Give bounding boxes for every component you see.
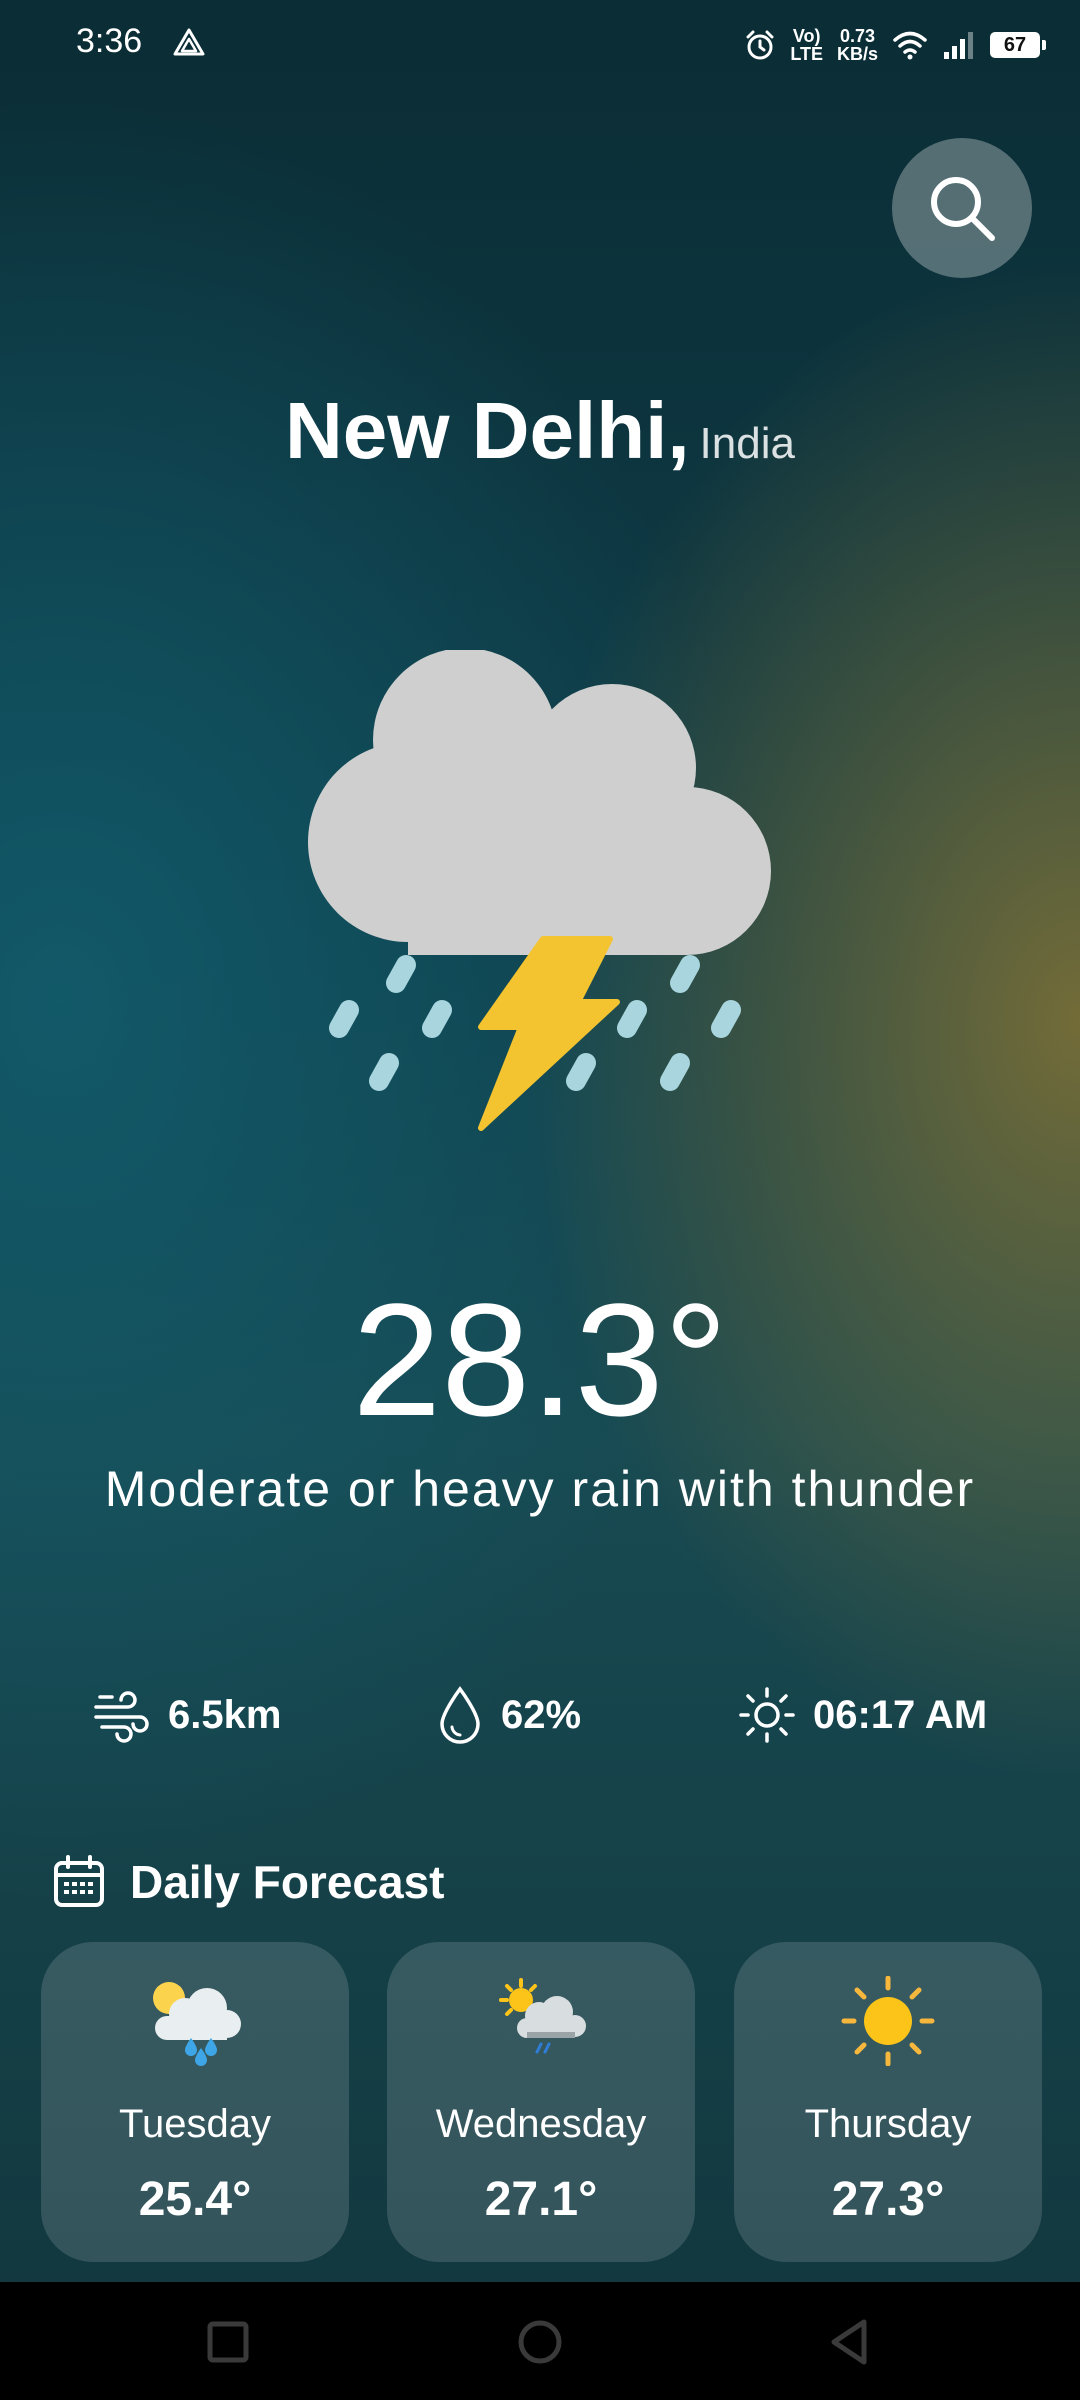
system-nav-bar bbox=[0, 2282, 1080, 2400]
network-speed: 0.73 KB/s bbox=[836, 26, 878, 64]
wifi-icon bbox=[893, 31, 927, 60]
app-notification-icon bbox=[173, 28, 205, 56]
daily-forecast-title: Daily Forecast bbox=[130, 1856, 445, 1908]
wind-value: 6.5km bbox=[168, 1692, 282, 1737]
sun-icon bbox=[841, 1976, 935, 2066]
sun-cloud-drizzle-icon bbox=[499, 1978, 586, 2054]
status-time: 3:36 bbox=[76, 22, 143, 60]
humidity-value: 62% bbox=[501, 1692, 582, 1737]
sunrise-value: 06:17 AM bbox=[813, 1692, 988, 1737]
battery-indicator: 67 bbox=[990, 32, 1046, 58]
thunderstorm-rain-icon bbox=[308, 650, 771, 1131]
wind-icon bbox=[94, 1691, 149, 1743]
sun-cloud-rain-icon bbox=[153, 1982, 241, 2066]
volte-indicator: Vo) LTE bbox=[790, 26, 823, 64]
wind-stat: 6.5km bbox=[92, 1680, 281, 1750]
forecast-temp: 25.4° bbox=[138, 2173, 252, 2226]
droplet-icon bbox=[440, 1686, 480, 1744]
status-bar: 3:36 Vo) LTE 0.73 KB/s 67 bbox=[0, 0, 1080, 90]
home-circle-icon[interactable] bbox=[508, 2310, 572, 2374]
forecast-card-wednesday[interactable]: Wednesday 27.1° bbox=[387, 1942, 695, 2262]
sun-icon bbox=[739, 1687, 795, 1743]
search-button[interactable] bbox=[892, 138, 1032, 278]
location-title: New Delhi, India bbox=[0, 385, 1080, 477]
forecast-card-tuesday[interactable]: Tuesday 25.4° bbox=[41, 1942, 349, 2262]
daily-forecast-header: Daily Forecast bbox=[52, 1852, 444, 1912]
humidity-stat: 62% bbox=[435, 1680, 581, 1750]
forecast-temp: 27.3° bbox=[831, 2173, 945, 2226]
current-temperature: 28.3° bbox=[352, 1270, 728, 1449]
forecast-day: Thursday bbox=[804, 2102, 972, 2146]
sunrise-stat: 06:17 AM bbox=[737, 1680, 987, 1750]
back-triangle-icon[interactable] bbox=[818, 2310, 882, 2374]
weather-condition: Moderate or heavy rain with thunder bbox=[104, 1461, 976, 1517]
city-name: New Delhi, bbox=[285, 386, 690, 475]
search-icon bbox=[931, 177, 995, 241]
recents-square-icon[interactable] bbox=[196, 2310, 260, 2374]
forecast-card-thursday[interactable]: Thursday 27.3° bbox=[734, 1942, 1042, 2262]
forecast-day: Tuesday bbox=[119, 2102, 271, 2146]
status-right-icons: Vo) LTE 0.73 KB/s 67 bbox=[744, 22, 1046, 68]
country-name: India bbox=[699, 419, 795, 468]
calendar-icon bbox=[54, 1855, 104, 1907]
forecast-temp: 27.1° bbox=[484, 2173, 598, 2226]
signal-icon bbox=[944, 32, 973, 59]
forecast-day: Wednesday bbox=[435, 2102, 647, 2146]
alarm-icon bbox=[746, 30, 774, 60]
